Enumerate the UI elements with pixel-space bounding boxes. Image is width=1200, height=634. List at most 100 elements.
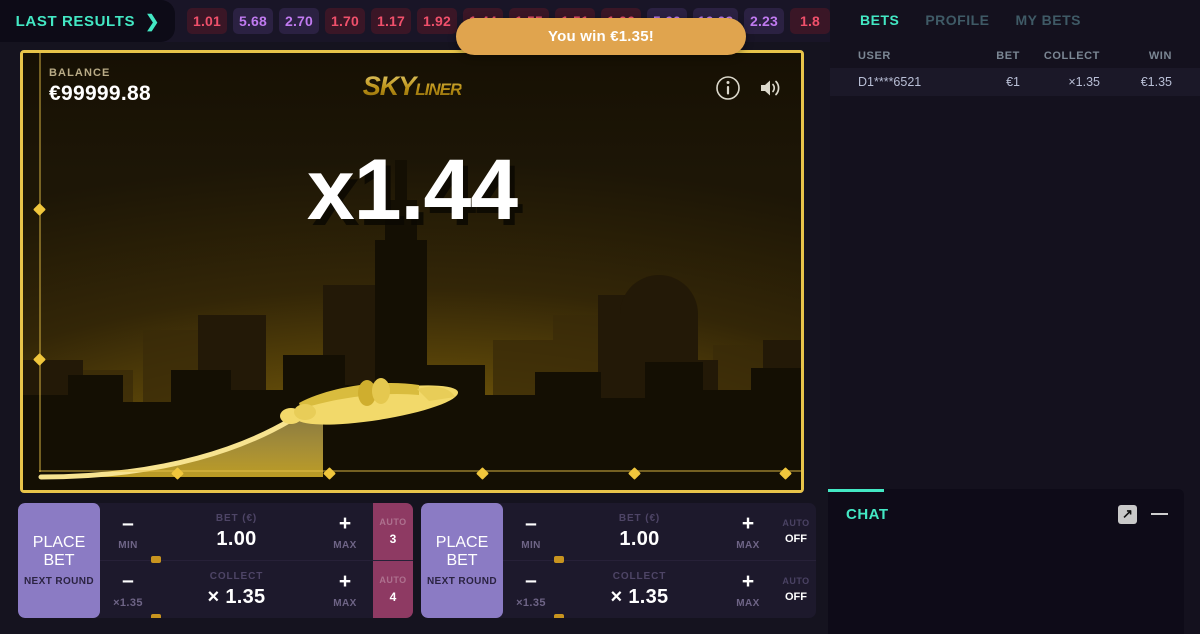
collect-increase-button[interactable]: + MAX: [317, 561, 373, 618]
column-header-bet: BET: [996, 50, 1020, 62]
max-label: MAX: [736, 597, 760, 609]
bet-amount-field[interactable]: BET (€) 1.00: [559, 503, 720, 560]
max-label: MAX: [736, 539, 760, 551]
current-multiplier: x1.44: [306, 142, 518, 238]
chat-panel: CHAT ↗: [828, 489, 1184, 634]
balance-label: BALANCE: [49, 67, 111, 79]
table-row[interactable]: D1****6521 €1 ×1.35 €1.35: [830, 68, 1200, 96]
minus-icon: –: [525, 569, 537, 592]
collect-field[interactable]: COLLECT × 1.35: [156, 561, 317, 618]
logo-main: SKY: [362, 71, 416, 101]
plus-icon: +: [338, 569, 352, 593]
result-chip[interactable]: 1.17: [371, 8, 411, 34]
chevron-right-icon: ❯: [145, 11, 160, 31]
plus-icon: +: [338, 511, 352, 535]
collect-decrease-button[interactable]: – ×1.35: [100, 561, 161, 618]
auto-value: 4: [389, 590, 397, 604]
bet-caption: BET (€): [618, 512, 661, 524]
result-chip[interactable]: 2.70: [279, 8, 319, 34]
collect-value: × 1.35: [207, 585, 266, 608]
bet-panel-1: PLACE BET NEXT ROUND – MIN BET (€) 1.00 + MAX AUT…: [18, 503, 413, 618]
auto-label: AUTO: [379, 517, 407, 527]
tab-my-bets[interactable]: MY BETS: [1016, 12, 1081, 34]
min-label: MIN: [521, 539, 541, 551]
collect-row: – ×1.35 COLLECT × 1.35 + MAX AUTO OFF: [503, 561, 816, 618]
sidebar-tabs: BETS PROFILE MY BETS: [830, 0, 1200, 34]
place-bet-label-line2: BET: [446, 551, 478, 569]
collect-caption: COLLECT: [612, 570, 667, 582]
collect-caption: COLLECT: [209, 570, 264, 582]
tab-profile[interactable]: PROFILE: [925, 12, 989, 34]
auto-collect-toggle[interactable]: AUTO OFF: [776, 561, 816, 618]
balance-value: €99999.88: [49, 82, 151, 105]
collect-value: × 1.35: [610, 585, 669, 608]
column-header-win: WIN: [1148, 50, 1172, 62]
cell-collect: ×1.35: [1068, 75, 1100, 89]
auto-collect-toggle[interactable]: AUTO 4: [373, 561, 413, 618]
result-chip[interactable]: 5.68: [233, 8, 273, 34]
expand-arrow-icon[interactable]: ↗: [1118, 504, 1137, 524]
auto-bet-toggle[interactable]: AUTO OFF: [776, 503, 816, 560]
auto-value: OFF: [785, 533, 807, 545]
place-bet-label-line1: PLACE: [435, 533, 489, 551]
slider-handle[interactable]: [151, 556, 161, 563]
auto-label: AUTO: [782, 576, 810, 586]
bet-increase-button[interactable]: + MAX: [720, 503, 776, 560]
airplane-icon: [280, 378, 459, 425]
max-label: MAX: [333, 597, 357, 609]
win-toast-text: You win €1.35!: [548, 28, 654, 45]
win-toast: You win €1.35!: [456, 18, 746, 55]
game-logo: SKYLINER: [363, 71, 462, 102]
place-bet-button[interactable]: PLACE BET NEXT ROUND: [18, 503, 100, 618]
slider-handle[interactable]: [151, 614, 161, 618]
slider-handle[interactable]: [554, 614, 564, 618]
plus-icon: +: [741, 569, 755, 593]
bet-amount-field[interactable]: BET (€) 1.00: [156, 503, 317, 560]
tab-bets[interactable]: BETS: [860, 12, 899, 34]
collect-field[interactable]: COLLECT × 1.35: [559, 561, 720, 618]
chat-title: CHAT: [846, 505, 889, 523]
minimize-icon[interactable]: [1151, 513, 1168, 515]
min-label: MIN: [118, 539, 138, 551]
bet-amount-row: – MIN BET (€) 1.00 + MAX AUTO OFF: [503, 503, 816, 563]
bets-table-header: USER BET COLLECT WIN: [830, 34, 1200, 68]
bet-increase-button[interactable]: + MAX: [317, 503, 373, 560]
collect-decrease-button[interactable]: – ×1.35: [503, 561, 564, 618]
y-axis: [39, 53, 41, 472]
next-round-label: NEXT ROUND: [426, 576, 498, 588]
auto-bet-toggle[interactable]: AUTO 3: [373, 503, 413, 560]
bet-amount-row: – MIN BET (€) 1.00 + MAX AUTO 3: [100, 503, 413, 563]
bet-panels: PLACE BET NEXT ROUND – MIN BET (€) 1.00 + MAX AUT…: [18, 503, 816, 618]
last-results-label: LAST RESULTS: [15, 12, 136, 30]
chat-accent-bar: [828, 489, 884, 492]
bet-decrease-button[interactable]: – MIN: [503, 503, 564, 563]
result-chip[interactable]: 1.8: [790, 8, 830, 34]
result-chip[interactable]: 1.70: [325, 8, 365, 34]
bet-decrease-button[interactable]: – MIN: [100, 503, 161, 563]
balance-display: BALANCE €99999.88: [49, 67, 151, 106]
slider-handle[interactable]: [554, 556, 564, 563]
minus-icon: –: [525, 511, 537, 535]
info-icon[interactable]: [715, 75, 741, 101]
place-bet-button[interactable]: PLACE BET NEXT ROUND: [421, 503, 503, 618]
collect-min-label: ×1.35: [516, 597, 546, 609]
collect-increase-button[interactable]: + MAX: [720, 561, 776, 618]
auto-label: AUTO: [782, 518, 810, 528]
next-round-label: NEXT ROUND: [23, 576, 95, 588]
result-chip[interactable]: 1.92: [417, 8, 457, 34]
last-results-button[interactable]: LAST RESULTS ❯: [0, 0, 175, 42]
cell-win: €1.35: [1140, 75, 1172, 89]
minus-icon: –: [122, 569, 134, 592]
result-chip[interactable]: 1.01: [187, 8, 227, 34]
max-label: MAX: [333, 539, 357, 551]
collect-min-label: ×1.35: [113, 597, 143, 609]
sound-on-icon[interactable]: [757, 75, 783, 101]
place-bet-label-line1: PLACE: [32, 533, 86, 551]
minus-icon: –: [122, 511, 134, 535]
result-chip[interactable]: 2.23: [744, 8, 784, 34]
game-canvas: x1.44 BALANCE €99999.88 SKYLINER: [20, 50, 804, 493]
place-bet-label-line2: BET: [43, 551, 75, 569]
column-header-user: USER: [858, 50, 891, 62]
x-axis: [39, 470, 801, 472]
bet-controls: – MIN BET (€) 1.00 + MAX AUTO 3 – ×1.35 COLLECT × 1…: [100, 503, 413, 618]
